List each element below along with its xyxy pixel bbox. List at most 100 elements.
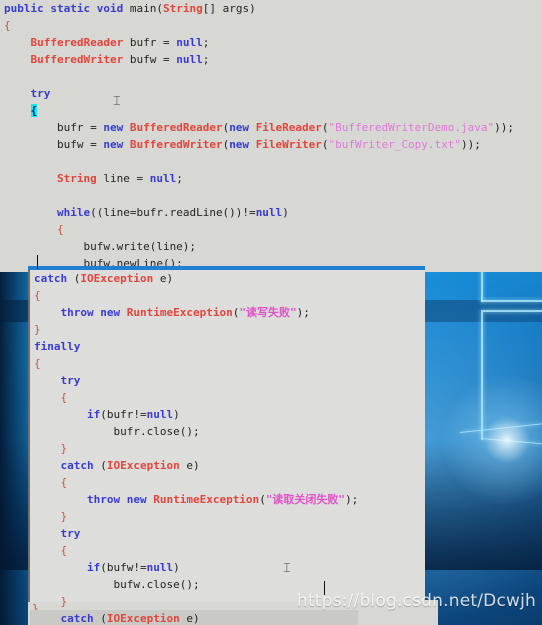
code-token-brace: { bbox=[34, 357, 41, 370]
code-token-plain: )); bbox=[494, 121, 514, 134]
code-editor-top-pane[interactable]: public static void main(String[] args){ … bbox=[0, 0, 542, 338]
code-line[interactable]: String line = null; bbox=[0, 170, 514, 187]
code-token-nullv: null bbox=[176, 36, 203, 49]
code-token-kw: public static void bbox=[4, 2, 130, 15]
code-line[interactable]: { bbox=[0, 221, 514, 238]
code-token-plain: ; bbox=[202, 36, 210, 49]
code-line[interactable] bbox=[0, 68, 514, 85]
code-token-kw: try bbox=[30, 87, 51, 100]
code-line[interactable]: public static void main(String[] args) bbox=[0, 0, 514, 17]
code-line[interactable]: bufw.write(line); bbox=[0, 238, 514, 255]
code-token-plain: ); bbox=[296, 306, 310, 319]
code-token-type: FileWriter bbox=[255, 138, 322, 151]
mouse-ibeam-pointer-icon bbox=[283, 561, 290, 576]
code-line[interactable]: if(bufr!=null) bbox=[30, 406, 358, 423]
code-token-plain: ( bbox=[93, 459, 107, 472]
code-line[interactable]: bufr.close(); bbox=[30, 423, 358, 440]
code-token-type: String bbox=[162, 2, 203, 15]
code-line[interactable]: catch (IOException e) bbox=[30, 610, 359, 625]
code-block-overlay[interactable]: catch (IOException e){ throw new Runtime… bbox=[30, 270, 359, 625]
code-editor-overlay-pane[interactable]: catch (IOException e){ throw new Runtime… bbox=[28, 270, 425, 625]
text-caret-in-string bbox=[324, 581, 325, 595]
code-line[interactable]: try bbox=[0, 85, 514, 102]
code-token-type: FileReader bbox=[255, 121, 322, 134]
code-line[interactable]: bufw = new BufferedWriter (new FileWriter… bbox=[0, 136, 514, 153]
code-line[interactable]: bufw.close(); bbox=[30, 576, 358, 593]
code-line[interactable]: { bbox=[0, 17, 514, 34]
code-token-kw: finally bbox=[34, 340, 81, 353]
code-line[interactable]: { bbox=[30, 355, 358, 372]
code-line[interactable]: throw new RuntimeException("读写失败"); bbox=[30, 304, 358, 321]
code-line[interactable]: { bbox=[30, 542, 358, 559]
code-token-type: RuntimeException bbox=[153, 493, 260, 506]
code-token-plain: bufw.write(line); bbox=[4, 240, 197, 253]
code-token-plain: e) bbox=[179, 612, 200, 625]
code-token-plain: bufr = bbox=[123, 36, 177, 49]
code-token-type: BufferedReader bbox=[129, 121, 223, 134]
code-token-plain: e) bbox=[179, 459, 200, 472]
code-line[interactable]: BufferedReader bufr = null; bbox=[0, 34, 514, 51]
code-token-plain: bufr = bbox=[4, 121, 104, 134]
code-token-cur: { bbox=[30, 104, 38, 117]
code-line[interactable] bbox=[0, 153, 514, 170]
code-line[interactable]: } bbox=[30, 593, 358, 610]
code-token-type: BufferedWriter bbox=[129, 138, 223, 151]
code-token-plain: bufw = bbox=[123, 53, 177, 66]
code-line[interactable]: while((line=bufr.readLine())!=null) bbox=[0, 204, 514, 221]
code-token-kw: new bbox=[229, 121, 250, 134]
code-token-brace: { bbox=[4, 19, 11, 32]
code-token-plain: ( bbox=[321, 138, 329, 151]
code-line[interactable]: if(bufw!=null) bbox=[30, 559, 358, 576]
code-token-plain: ) bbox=[173, 408, 180, 421]
code-line[interactable]: catch (IOException e) bbox=[30, 270, 358, 287]
code-token-kw: try bbox=[60, 374, 81, 387]
code-line[interactable]: { bbox=[30, 287, 358, 304]
code-line[interactable]: finally bbox=[30, 338, 358, 355]
code-line[interactable]: try bbox=[30, 372, 358, 389]
code-line[interactable]: { bbox=[30, 474, 358, 491]
code-token-nullv: null bbox=[149, 172, 177, 185]
code-line[interactable]: { bbox=[0, 102, 514, 119]
code-token-kw: new bbox=[103, 138, 124, 151]
code-line[interactable]: throw new RuntimeException("读取关闭失败"); bbox=[30, 491, 358, 508]
code-token-kw: catch bbox=[34, 272, 68, 285]
code-line[interactable]: catch (IOException e) bbox=[30, 457, 358, 474]
code-line[interactable]: bufr = new BufferedReader (new FileReader… bbox=[0, 119, 514, 136]
code-line[interactable]: } bbox=[30, 508, 358, 525]
code-line[interactable]: } bbox=[30, 440, 358, 457]
code-token-plain: [] args) bbox=[202, 2, 256, 15]
code-line[interactable] bbox=[0, 187, 514, 204]
code-line[interactable]: } bbox=[30, 321, 358, 338]
code-token-str: "BufferedWriterDemo.java" bbox=[328, 121, 495, 134]
code-token-plain: ((line=bufr.readLine())!= bbox=[90, 206, 256, 219]
code-token-plain: ; bbox=[176, 172, 183, 185]
code-token-plain: ) bbox=[173, 561, 180, 574]
code-token-type: String bbox=[56, 172, 97, 185]
code-line[interactable]: { bbox=[30, 389, 358, 406]
code-token-strcn: "读取关闭失败" bbox=[265, 493, 346, 506]
code-token-plain: main( bbox=[129, 2, 163, 15]
code-token-nullv: null bbox=[146, 561, 174, 574]
code-token-type: BufferedWriter bbox=[30, 53, 124, 66]
code-line[interactable]: try bbox=[30, 525, 358, 542]
code-token-brace: } bbox=[60, 595, 68, 608]
code-token-brace: { bbox=[34, 289, 41, 302]
code-line[interactable]: BufferedWriter bufw = null; bbox=[0, 51, 514, 68]
